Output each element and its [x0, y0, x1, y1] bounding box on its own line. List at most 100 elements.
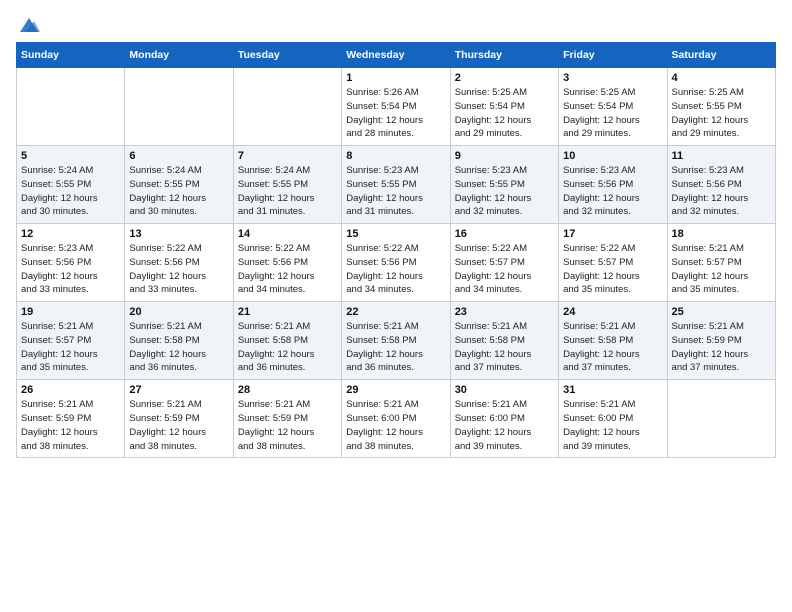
calendar-day-20: 20 Sunrise: 5:21 AM Sunset: 5:58 PM Dayli…	[125, 302, 233, 380]
calendar-week-row: 26Sunrise: 5:21 AM Sunset: 5:59 PM Dayli…	[17, 380, 776, 458]
day-info: Sunrise: 5:21 AM Sunset: 5:59 PM Dayligh…	[238, 398, 337, 453]
day-header-monday: Monday	[125, 43, 233, 68]
day-info: Sunrise: 5:21 AM Sunset: 5:57 PM Dayligh…	[672, 242, 771, 297]
day-number: 18	[672, 228, 771, 240]
day-number: 1	[346, 72, 445, 84]
day-info: Sunrise: 5:22 AM Sunset: 5:56 PM Dayligh…	[238, 242, 337, 297]
day-info: Sunrise: 5:21 AM Sunset: 5:58 PM Dayligh…	[238, 320, 337, 375]
day-number: 25	[672, 306, 771, 318]
day-info: Sunrise: 5:24 AM Sunset: 5:55 PM Dayligh…	[129, 164, 228, 219]
calendar-day-12: 12 Sunrise: 5:23 AM Sunset: 5:56 PM Dayli…	[17, 224, 125, 302]
day-info: Sunrise: 5:24 AM Sunset: 5:55 PM Dayligh…	[238, 164, 337, 219]
day-header-sunday: Sunday	[17, 43, 125, 68]
day-number: 19	[21, 306, 120, 318]
day-info: Sunrise: 5:23 AM Sunset: 5:56 PM Dayligh…	[672, 164, 771, 219]
calendar-day-3: 3Sunrise: 5:25 AM Sunset: 5:54 PM Daylig…	[559, 68, 667, 146]
day-number: 13	[129, 228, 228, 240]
day-info: Sunrise: 5:21 AM Sunset: 5:58 PM Dayligh…	[455, 320, 554, 375]
day-number: 2	[455, 72, 554, 84]
day-info: Sunrise: 5:21 AM Sunset: 5:59 PM Dayligh…	[672, 320, 771, 375]
day-number: 30	[455, 384, 554, 396]
day-info: Sunrise: 5:21 AM Sunset: 6:00 PM Dayligh…	[455, 398, 554, 453]
calendar-day-19: 19 Sunrise: 5:21 AM Sunset: 5:57 PM Dayli…	[17, 302, 125, 380]
day-info: Sunrise: 5:22 AM Sunset: 5:57 PM Dayligh…	[455, 242, 554, 297]
day-info: Sunrise: 5:21 AM Sunset: 5:58 PM Dayligh…	[129, 320, 228, 375]
day-number: 23	[455, 306, 554, 318]
calendar-day-24: 24 Sunrise: 5:21 AM Sunset: 5:58 PM Dayli…	[559, 302, 667, 380]
day-info: Sunrise: 5:23 AM Sunset: 5:55 PM Dayligh…	[346, 164, 445, 219]
day-number: 27	[129, 384, 228, 396]
calendar-day-22: 22Sunrise: 5:21 AM Sunset: 5:58 PM Dayli…	[342, 302, 450, 380]
day-number: 11	[672, 150, 771, 162]
calendar-day-27: 27 Sunrise: 5:21 AM Sunset: 5:59 PM Dayli…	[125, 380, 233, 458]
logo	[16, 16, 40, 34]
calendar-week-row: 12 Sunrise: 5:23 AM Sunset: 5:56 PM Dayli…	[17, 224, 776, 302]
day-header-tuesday: Tuesday	[233, 43, 341, 68]
calendar-day-11: 11 Sunrise: 5:23 AM Sunset: 5:56 PM Dayli…	[667, 146, 775, 224]
day-number: 6	[129, 150, 228, 162]
calendar-day-17: 17 Sunrise: 5:22 AM Sunset: 5:57 PM Dayli…	[559, 224, 667, 302]
calendar-day-16: 16 Sunrise: 5:22 AM Sunset: 5:57 PM Dayli…	[450, 224, 558, 302]
calendar-day-25: 25 Sunrise: 5:21 AM Sunset: 5:59 PM Dayli…	[667, 302, 775, 380]
calendar-body: 1Sunrise: 5:26 AM Sunset: 5:54 PM Daylig…	[17, 68, 776, 458]
calendar-day-9: 9 Sunrise: 5:23 AM Sunset: 5:55 PM Daylig…	[450, 146, 558, 224]
day-number: 24	[563, 306, 662, 318]
calendar-day-15: 15 Sunrise: 5:22 AM Sunset: 5:56 PM Dayli…	[342, 224, 450, 302]
calendar-day-31: 31 Sunrise: 5:21 AM Sunset: 6:00 PM Dayli…	[559, 380, 667, 458]
calendar-day-21: 21Sunrise: 5:21 AM Sunset: 5:58 PM Dayli…	[233, 302, 341, 380]
day-number: 17	[563, 228, 662, 240]
calendar-header: SundayMondayTuesdayWednesdayThursdayFrid…	[17, 43, 776, 68]
calendar-day-10: 10 Sunrise: 5:23 AM Sunset: 5:56 PM Dayli…	[559, 146, 667, 224]
day-number: 5	[21, 150, 120, 162]
day-number: 31	[563, 384, 662, 396]
day-info: Sunrise: 5:23 AM Sunset: 5:56 PM Dayligh…	[21, 242, 120, 297]
calendar-day-30: 30 Sunrise: 5:21 AM Sunset: 6:00 PM Dayli…	[450, 380, 558, 458]
day-number: 3	[563, 72, 662, 84]
calendar-day-7: 7 Sunrise: 5:24 AM Sunset: 5:55 PM Daylig…	[233, 146, 341, 224]
day-number: 16	[455, 228, 554, 240]
day-info: Sunrise: 5:21 AM Sunset: 5:59 PM Dayligh…	[21, 398, 120, 453]
day-info: Sunrise: 5:22 AM Sunset: 5:56 PM Dayligh…	[346, 242, 445, 297]
calendar-day-2: 2 Sunrise: 5:25 AM Sunset: 5:54 PM Daylig…	[450, 68, 558, 146]
day-number: 28	[238, 384, 337, 396]
calendar-day-18: 18 Sunrise: 5:21 AM Sunset: 5:57 PM Dayli…	[667, 224, 775, 302]
page-header	[16, 16, 776, 34]
day-info: Sunrise: 5:22 AM Sunset: 5:56 PM Dayligh…	[129, 242, 228, 297]
calendar-week-row: 19 Sunrise: 5:21 AM Sunset: 5:57 PM Dayli…	[17, 302, 776, 380]
day-number: 4	[672, 72, 771, 84]
day-header-thursday: Thursday	[450, 43, 558, 68]
calendar-day-1: 1Sunrise: 5:26 AM Sunset: 5:54 PM Daylig…	[342, 68, 450, 146]
day-number: 12	[21, 228, 120, 240]
day-info: Sunrise: 5:21 AM Sunset: 5:58 PM Dayligh…	[563, 320, 662, 375]
day-number: 15	[346, 228, 445, 240]
day-info: Sunrise: 5:21 AM Sunset: 5:59 PM Dayligh…	[129, 398, 228, 453]
day-header-wednesday: Wednesday	[342, 43, 450, 68]
day-info: Sunrise: 5:21 AM Sunset: 5:57 PM Dayligh…	[21, 320, 120, 375]
day-number: 7	[238, 150, 337, 162]
empty-day-cell	[125, 68, 233, 146]
day-info: Sunrise: 5:25 AM Sunset: 5:55 PM Dayligh…	[672, 86, 771, 141]
logo-icon	[18, 16, 40, 34]
calendar-week-row: 1Sunrise: 5:26 AM Sunset: 5:54 PM Daylig…	[17, 68, 776, 146]
day-info: Sunrise: 5:23 AM Sunset: 5:55 PM Dayligh…	[455, 164, 554, 219]
calendar-day-5: 5Sunrise: 5:24 AM Sunset: 5:55 PM Daylig…	[17, 146, 125, 224]
day-number: 8	[346, 150, 445, 162]
calendar-day-13: 13 Sunrise: 5:22 AM Sunset: 5:56 PM Dayli…	[125, 224, 233, 302]
empty-day-cell	[233, 68, 341, 146]
calendar-week-row: 5 Sunrise: 5:24 AM Sunset: 5:55 PM Daylig…	[17, 146, 776, 224]
day-info: Sunrise: 5:21 AM Sunset: 6:00 PM Dayligh…	[563, 398, 662, 453]
calendar-table: SundayMondayTuesdayWednesdayThursdayFrid…	[16, 42, 776, 458]
day-header-friday: Friday	[559, 43, 667, 68]
day-info: Sunrise: 5:22 AM Sunset: 5:57 PM Dayligh…	[563, 242, 662, 297]
calendar-day-4: 4 Sunrise: 5:25 AM Sunset: 5:55 PM Daylig…	[667, 68, 775, 146]
empty-day-cell	[17, 68, 125, 146]
day-info: Sunrise: 5:23 AM Sunset: 5:56 PM Dayligh…	[563, 164, 662, 219]
day-number: 20	[129, 306, 228, 318]
day-number: 14	[238, 228, 337, 240]
day-info: Sunrise: 5:21 AM Sunset: 6:00 PM Dayligh…	[346, 398, 445, 453]
day-info: Sunrise: 5:25 AM Sunset: 5:54 PM Dayligh…	[455, 86, 554, 141]
calendar-day-8: 8 Sunrise: 5:23 AM Sunset: 5:55 PM Daylig…	[342, 146, 450, 224]
day-number: 10	[563, 150, 662, 162]
header-row: SundayMondayTuesdayWednesdayThursdayFrid…	[17, 43, 776, 68]
day-number: 9	[455, 150, 554, 162]
